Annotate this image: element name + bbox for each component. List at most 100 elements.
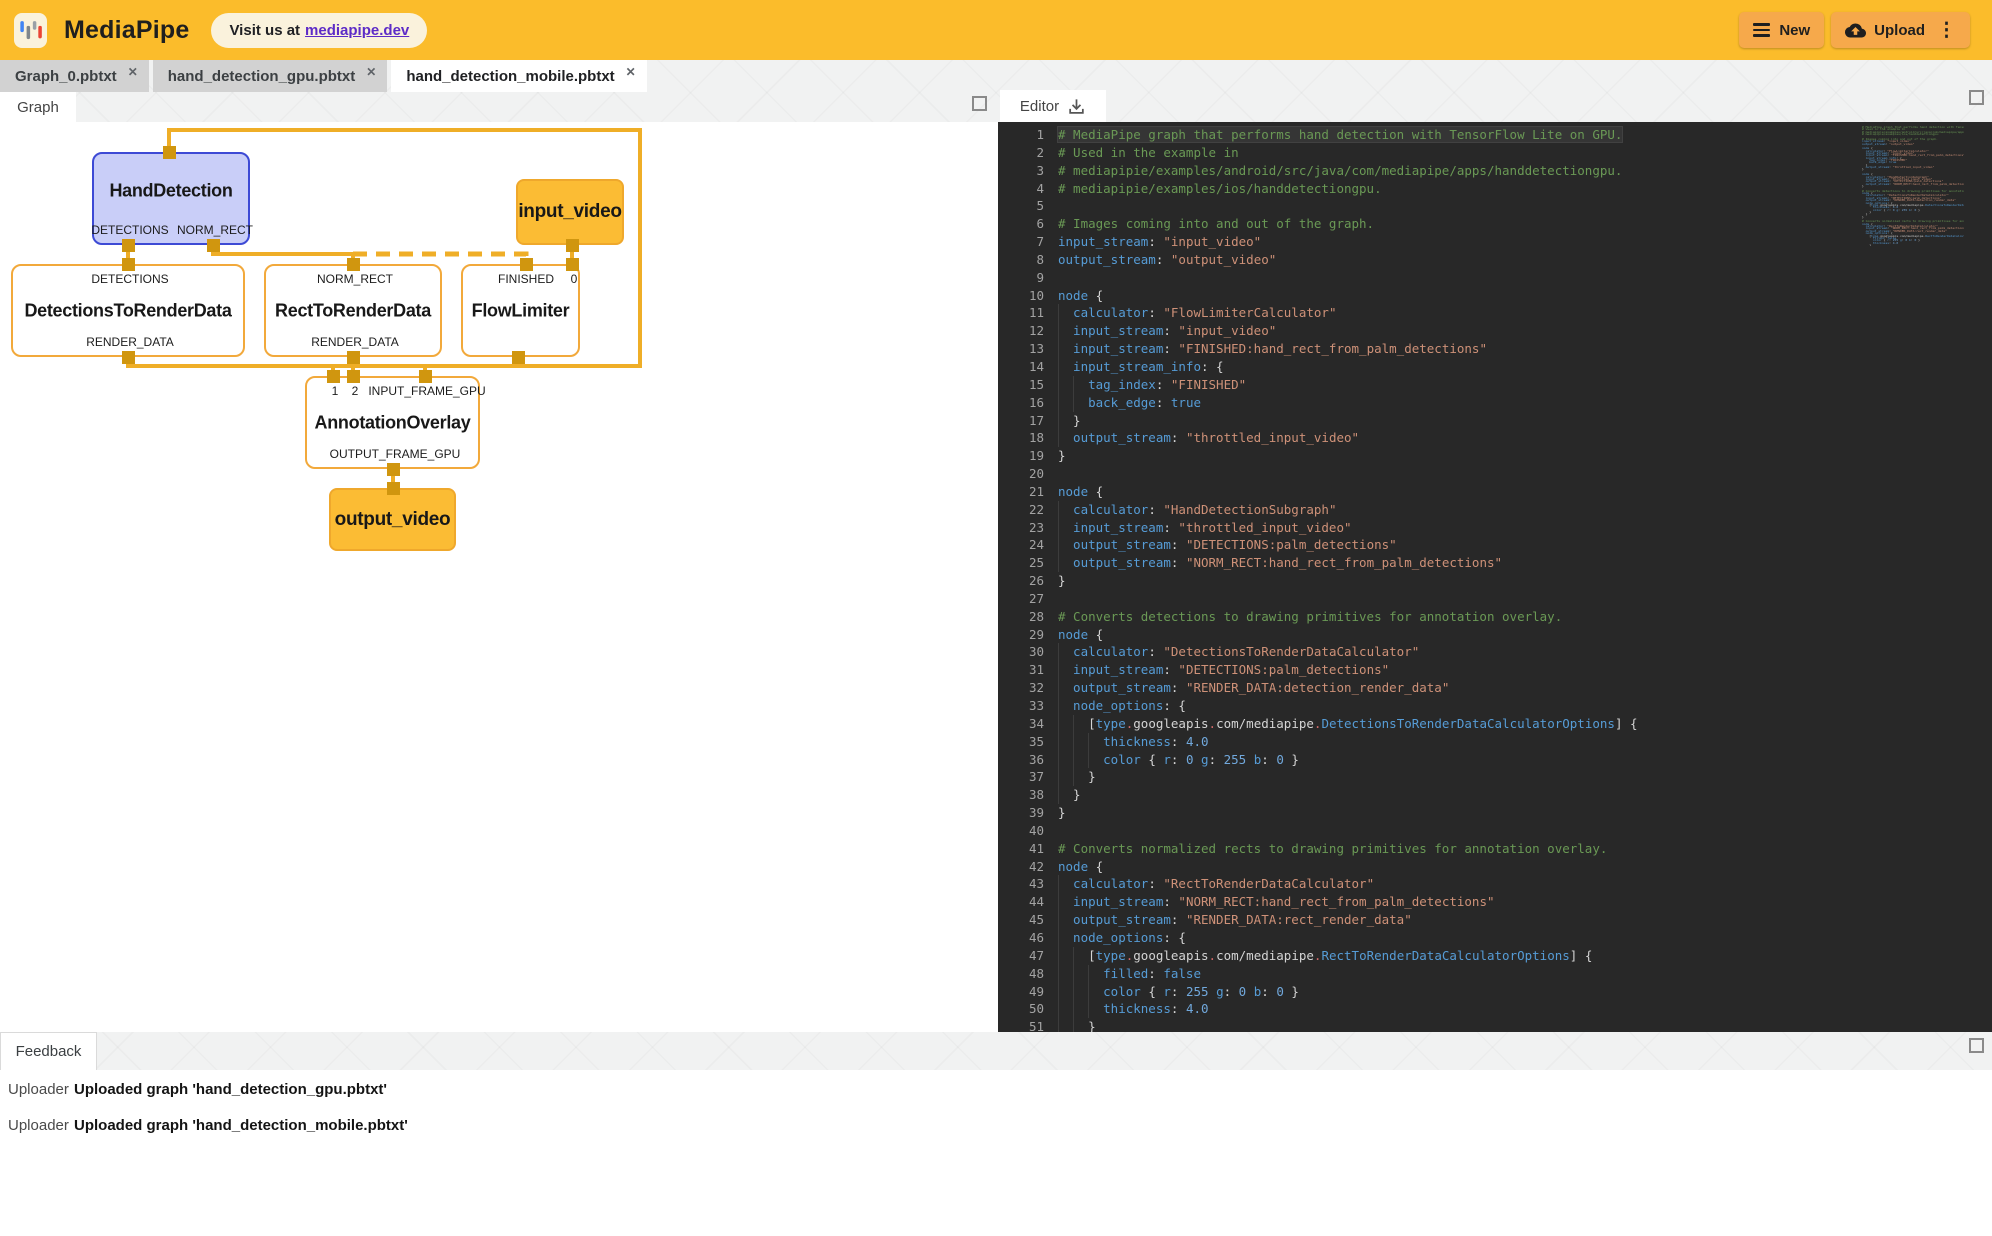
file-tab-hand_detection_mobile.pbtxt[interactable]: hand_detection_mobile.pbtxt✕: [391, 60, 646, 92]
code-line[interactable]: 19}: [998, 447, 1992, 465]
code-text: output_stream: "throttled_input_video": [1058, 429, 1359, 447]
file-tab-label: Graph_0.pbtxt: [15, 68, 117, 85]
download-icon[interactable]: [1067, 97, 1086, 116]
code-line[interactable]: 9: [998, 269, 1992, 287]
code-line[interactable]: 2# Used in the example in: [998, 144, 1992, 162]
graph-node-FlowLimiter[interactable]: FlowLimiterFINISHED0: [461, 264, 580, 357]
file-tab-hand_detection_gpu.pbtxt[interactable]: hand_detection_gpu.pbtxt✕: [153, 60, 388, 92]
code-lines[interactable]: 1# MediaPipe graph that performs hand de…: [998, 122, 1992, 1032]
code-line[interactable]: 21node {: [998, 483, 1992, 501]
editor-minimap[interactable]: # MediaPipe graph that performs hand det…: [1862, 126, 1964, 246]
code-line[interactable]: 34 [type.googleapis.com/mediapipe.Detect…: [998, 715, 1992, 733]
code-line[interactable]: 41# Converts normalized rects to drawing…: [998, 840, 1992, 858]
code-line[interactable]: 37 }: [998, 768, 1992, 786]
code-line[interactable]: 26}: [998, 572, 1992, 590]
close-icon[interactable]: ✕: [128, 65, 138, 79]
mediapipe-dev-link[interactable]: mediapipe.dev: [305, 22, 409, 39]
code-line[interactable]: 7input_stream: "input_video": [998, 233, 1992, 251]
node-title: HandDetection: [84, 181, 258, 202]
code-text: calculator: "HandDetectionSubgraph": [1058, 501, 1336, 519]
code-text: input_stream: "FINISHED:hand_rect_from_p…: [1058, 340, 1487, 358]
expand-editor-icon[interactable]: [1969, 90, 1984, 105]
graph-node-DetectionsToRenderData[interactable]: DetectionsToRenderDataDETECTIONSRENDER_D…: [11, 264, 245, 357]
code-line[interactable]: 15 tag_index: "FINISHED": [998, 376, 1992, 394]
code-line[interactable]: 5: [998, 197, 1992, 215]
code-line[interactable]: 45 output_stream: "RENDER_DATA:rect_rend…: [998, 911, 1992, 929]
code-line[interactable]: 47 [type.googleapis.com/mediapipe.RectTo…: [998, 947, 1992, 965]
code-line[interactable]: 51 }: [998, 1018, 1992, 1032]
code-line[interactable]: 40: [998, 822, 1992, 840]
code-line[interactable]: 3# mediapipie/examples/android/src/java/…: [998, 162, 1992, 180]
code-line[interactable]: 46 node_options: {: [998, 929, 1992, 947]
code-text: back_edge: true: [1058, 394, 1201, 412]
line-number: 15: [998, 376, 1058, 394]
code-line[interactable]: 44 input_stream: "NORM_RECT:hand_rect_fr…: [998, 893, 1992, 911]
code-line[interactable]: 22 calculator: "HandDetectionSubgraph": [998, 501, 1992, 519]
code-line[interactable]: 18 output_stream: "throttled_input_video…: [998, 429, 1992, 447]
graph-canvas[interactable]: HandDetectionDETECTIONSNORM_RECT input_vi…: [0, 122, 998, 1032]
expand-feedback-icon[interactable]: [1969, 1038, 1984, 1053]
code-line[interactable]: 35 thickness: 4.0: [998, 733, 1992, 751]
code-line[interactable]: 43 calculator: "RectToRenderDataCalculat…: [998, 875, 1992, 893]
code-line[interactable]: 16 back_edge: true: [998, 394, 1992, 412]
code-line[interactable]: 4# mediapipie/examples/ios/handdetection…: [998, 180, 1992, 198]
code-text: input_stream: "NORM_RECT:hand_rect_from_…: [1058, 893, 1495, 911]
code-line[interactable]: 10node {: [998, 287, 1992, 305]
code-line[interactable]: 48 filled: false: [998, 965, 1992, 983]
editor-tab-label: Editor: [1020, 98, 1059, 115]
graph-node-RectToRenderData[interactable]: RectToRenderDataNORM_RECTRENDER_DATA: [264, 264, 442, 357]
line-number: 19: [998, 447, 1058, 465]
node-title: DetectionsToRenderData: [3, 300, 253, 321]
code-line[interactable]: 17 }: [998, 412, 1992, 430]
code-line[interactable]: 1# MediaPipe graph that performs hand de…: [998, 126, 1992, 144]
line-number: 16: [998, 394, 1058, 412]
code-line[interactable]: 11 calculator: "FlowLimiterCalculator": [998, 304, 1992, 322]
upload-button[interactable]: Upload ⋮: [1831, 12, 1970, 48]
code-line[interactable]: 25 output_stream: "NORM_RECT:hand_rect_f…: [998, 554, 1992, 572]
code-line[interactable]: 49 color { r: 255 g: 0 b: 0 }: [998, 983, 1992, 1001]
code-line[interactable]: 6# Images coming into and out of the gra…: [998, 215, 1992, 233]
code-text: input_stream: "input_video": [1058, 233, 1261, 251]
code-line[interactable]: 12 input_stream: "input_video": [998, 322, 1992, 340]
line-number: 50: [998, 1000, 1058, 1018]
line-number: 10: [998, 287, 1058, 305]
code-line[interactable]: 50 thickness: 4.0: [998, 1000, 1992, 1018]
more-options-icon[interactable]: ⋮: [1937, 21, 1956, 40]
file-tab-Graph_0.pbtxt[interactable]: Graph_0.pbtxt ✕: [0, 60, 149, 92]
code-line[interactable]: 23 input_stream: "throttled_input_video": [998, 519, 1992, 537]
graph-node-input_video[interactable]: input_video: [516, 179, 624, 245]
line-number: 24: [998, 536, 1058, 554]
code-line[interactable]: 32 output_stream: "RENDER_DATA:detection…: [998, 679, 1992, 697]
code-line[interactable]: 42node {: [998, 858, 1992, 876]
code-line[interactable]: 28# Converts detections to drawing primi…: [998, 608, 1992, 626]
code-editor[interactable]: 1# MediaPipe graph that performs hand de…: [998, 122, 1992, 1032]
code-line[interactable]: 30 calculator: "DetectionsToRenderDataCa…: [998, 643, 1992, 661]
close-icon[interactable]: ✕: [626, 65, 636, 79]
graph-node-AnnotationOverlay[interactable]: AnnotationOverlay12INPUT_FRAME_GPUOUTPUT…: [305, 376, 480, 469]
code-line[interactable]: 13 input_stream: "FINISHED:hand_rect_fro…: [998, 340, 1992, 358]
visit-pill: Visit us at mediapipe.dev: [211, 13, 427, 48]
tab-feedback[interactable]: Feedback: [0, 1032, 97, 1070]
tab-editor[interactable]: Editor: [1000, 90, 1106, 122]
code-text: calculator: "FlowLimiterCalculator": [1058, 304, 1336, 322]
line-number: 26: [998, 572, 1058, 590]
code-line[interactable]: 27: [998, 590, 1992, 608]
code-line[interactable]: 20: [998, 465, 1992, 483]
code-line[interactable]: 14 input_stream_info: {: [998, 358, 1992, 376]
expand-graph-icon[interactable]: [972, 96, 987, 111]
code-line[interactable]: 24 output_stream: "DETECTIONS:palm_detec…: [998, 536, 1992, 554]
close-icon[interactable]: ✕: [366, 65, 376, 79]
port-label: FINISHED: [498, 272, 554, 286]
code-line[interactable]: 33 node_options: {: [998, 697, 1992, 715]
new-button[interactable]: New: [1739, 12, 1824, 48]
graph-node-output_video[interactable]: output_video: [329, 488, 456, 551]
code-line[interactable]: 39}: [998, 804, 1992, 822]
code-line[interactable]: 36 color { r: 0 g: 255 b: 0 }: [998, 751, 1992, 769]
code-line[interactable]: 31 input_stream: "DETECTIONS:palm_detect…: [998, 661, 1992, 679]
code-line[interactable]: 29node {: [998, 626, 1992, 644]
graph-node-HandDetection[interactable]: HandDetectionDETECTIONSNORM_RECT: [92, 152, 250, 245]
tab-graph[interactable]: Graph: [0, 92, 76, 122]
code-line[interactable]: 38 }: [998, 786, 1992, 804]
code-text: output_stream: "RENDER_DATA:rect_render_…: [1058, 911, 1412, 929]
code-line[interactable]: 8output_stream: "output_video": [998, 251, 1992, 269]
